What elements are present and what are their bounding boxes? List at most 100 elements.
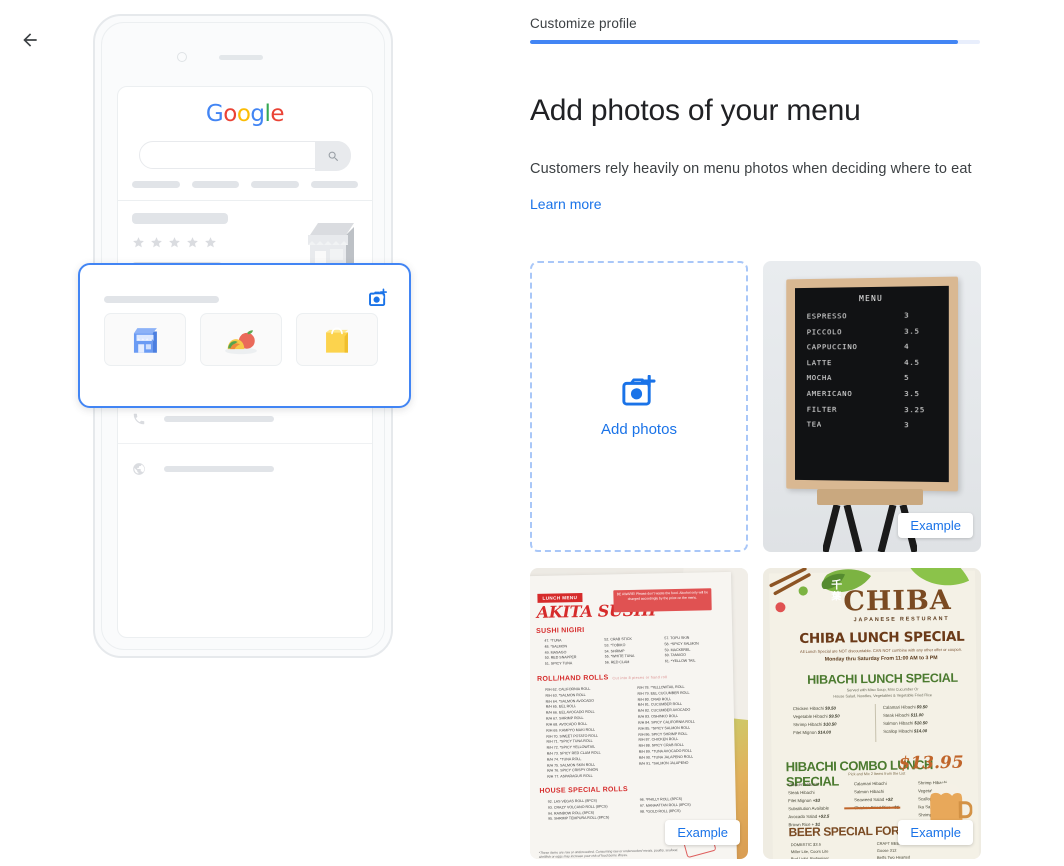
search-icon xyxy=(315,141,351,171)
chiba-menu-paper: 千 葉 CHIBA JAPANESE RESTURANT CHIBA LUNCH… xyxy=(769,571,979,859)
chiba-hibachi-col-2: Calamari Hibachi $9.50 Steak Hibachi $11.… xyxy=(883,703,961,736)
shopping-bag-icon xyxy=(321,324,353,356)
chalkboard-item-name: PICCOLO xyxy=(807,327,842,336)
add-a-photo-icon xyxy=(620,375,658,409)
sushi-nigiri-col-3: 57. TOFU SKIN 58. *SPICY SALMON 59. MACK… xyxy=(664,635,725,665)
sushi-footer-disclaimer: *These items are raw or undercooked. Con… xyxy=(539,848,689,859)
chalkboard-item-name: TEA xyxy=(807,420,822,429)
chalkboard-item-name: AMERICANO xyxy=(807,389,853,398)
sushi-section-rolls: ROLL/HAND ROLLS Cut into 8 pieces or hand… xyxy=(537,673,667,683)
chalkboard-surface: MENU ESPRESSO 3 PICCOLO 3.5 CAPPUCCINO 4 LATTE… xyxy=(795,286,949,482)
page-subtext: Customers rely heavily on menu photos wh… xyxy=(530,161,972,177)
preview-illustration-pane: Google xyxy=(0,0,520,866)
chalkboard-item-row: TEA 3 xyxy=(807,420,939,430)
chalkboard-item-name: MOCHA xyxy=(807,373,832,382)
add-photos-dropzone[interactable]: Add photos xyxy=(530,261,748,552)
sushi-section-nigiri: SUSHI NIGIRI xyxy=(536,627,584,635)
easel-shelf xyxy=(817,489,923,505)
sushi-section-house: HOUSE SPECIAL ROLLS xyxy=(539,786,628,795)
wizard-content-pane: Customize profile Add photos of your men… xyxy=(520,0,1064,866)
chalkboard-item-list: ESPRESSO 3 PICCOLO 3.5 CAPPUCCINO 4 LATTE 4.5 MO… xyxy=(807,310,939,429)
chalkboard-item-price: 3 xyxy=(904,420,938,429)
preview-search-input xyxy=(139,141,351,169)
photo-upload-callout xyxy=(78,263,411,408)
chalkboard-item-price: 3.5 xyxy=(904,326,938,335)
shopping-bag-chip[interactable] xyxy=(296,313,378,366)
chiba-hours: Monday thru Saturday From 11:00 AM to 3 … xyxy=(786,655,976,664)
google-logo: Google xyxy=(118,101,372,127)
customize-profile-page: Google Customize profile Add photos of y… xyxy=(0,0,1064,866)
preview-row-website xyxy=(118,443,372,493)
example-badge[interactable]: Example xyxy=(898,820,973,845)
storefront-photo-chip[interactable] xyxy=(104,313,186,366)
chiba-hibachi-col-1: Chicken Hibachi $9.50 Vegetable Hibachi $… xyxy=(793,704,867,737)
sushi-nigiri-col-1: 47. *TUNA 48. *SALMON 49. MASAGO 50. RED… xyxy=(544,638,603,668)
phone-speaker-slit xyxy=(219,55,263,60)
svg-text:葉: 葉 xyxy=(830,589,842,602)
page-title: Add photos of your menu xyxy=(530,94,861,128)
sushi-section-rolls-label: ROLL/HAND ROLLS xyxy=(537,674,609,682)
chiba-discount-note: All Lunch Special are NOT discountable. … xyxy=(786,647,976,655)
sushi-section-rolls-note: Cut into 8 pieces or hand roll xyxy=(612,675,667,680)
example-photo-coffee-menu[interactable]: MENU ESPRESSO 3 PICCOLO 3.5 CAPPUCCINO 4 LATTE… xyxy=(763,261,981,552)
chalkboard-item-price: 3.25 xyxy=(904,405,938,414)
callout-title-skeleton xyxy=(104,296,219,303)
sushi-rolls-col-1: R/H 62. CALIFORNIA ROLL R/H 63. *SALMON … xyxy=(545,686,635,781)
chalkboard-item-price: 4.5 xyxy=(904,358,938,367)
menu-line: Filet Mignon $14.00 xyxy=(793,728,867,737)
svg-text:千: 千 xyxy=(831,577,842,591)
phone-icon xyxy=(132,412,154,426)
chalkboard-item-row: AMERICANO 3.5 xyxy=(807,389,939,398)
callout-chip-row xyxy=(80,313,409,366)
preview-chip-skeletons xyxy=(118,169,372,198)
example-badge[interactable]: Example xyxy=(665,820,740,845)
chiba-brand-title: CHIBA xyxy=(843,585,952,618)
chalkboard-item-name: CAPPUCCINO xyxy=(807,342,858,351)
phone-camera-dot xyxy=(177,52,187,62)
chalkboard-title: MENU xyxy=(795,293,949,304)
chalkboard-item-price: 5 xyxy=(904,373,938,382)
wizard-progress-fill xyxy=(530,40,958,44)
menu-line: Scallop Hibachi $14.00 xyxy=(883,727,961,736)
chiba-heading-lunch-special: CHIBA LUNCH SPECIAL xyxy=(792,629,972,648)
add-photos-label: Add photos xyxy=(601,421,677,438)
chalkboard-item-price: 3.5 xyxy=(904,389,938,398)
chalkboard-item-price: 3 xyxy=(904,310,938,319)
chalkboard-item-row: MOCHA 5 xyxy=(807,373,939,382)
chiba-heading-hibachi: HIBACHI LUNCH SPECIAL xyxy=(790,671,974,688)
sushi-house-col-1: 92. LAS VEGAS ROLL (8PCS) 93. CRAZY VOLC… xyxy=(548,798,638,823)
add-a-photo-icon[interactable] xyxy=(367,288,389,313)
chalkboard-item-name: LATTE xyxy=(807,358,832,367)
chalkboard-item-row: LATTE 4.5 xyxy=(807,358,939,367)
menu-line: Bud Light, Budweiser xyxy=(791,854,867,859)
chalkboard-item-row: ESPRESSO 3 xyxy=(807,310,939,320)
chalkboard-item-row: FILTER 3.25 xyxy=(807,404,939,414)
sushi-rolls-col-2: R/H 78. *YELLOWTAIL ROLL R/H 79. EEL CUC… xyxy=(637,684,729,767)
callout-header xyxy=(80,265,409,313)
learn-more-link[interactable]: Learn more xyxy=(530,196,602,212)
chiba-column-rule xyxy=(875,704,877,742)
chiba-beer-col-1: DOMESTIC $3.5 Miller Lite, Coors Lite Bud … xyxy=(791,840,867,859)
chalkboard-item-price: 4 xyxy=(904,342,938,351)
example-badge[interactable]: Example xyxy=(898,513,973,538)
sushi-house-col-2: 96. *PHILLY ROLL (8PCS) 97. MANHATTAN RO… xyxy=(640,796,730,815)
wizard-progress-bar xyxy=(530,40,980,44)
sushi-nigiri-col-2: 52. CRAB STICK 53. *TOBIKO 54. SHRIMP 55… xyxy=(604,636,663,666)
example-photo-sushi-menu[interactable]: LUNCH MENU AKITA SUSHI BE AWARE! Please … xyxy=(530,568,748,859)
sushi-menu-paper: LUNCH MENU AKITA SUSHI BE AWARE! Please … xyxy=(530,572,737,859)
sushi-warning-box: BE AWARE! Please don't waste the food. A… xyxy=(613,588,711,612)
chiba-served-with: Served with Miso Soup, Mini Cucumber Or … xyxy=(795,687,971,701)
food-photo-chip[interactable] xyxy=(200,313,282,366)
globe-icon xyxy=(132,462,154,476)
chalkboard-item-name: FILTER xyxy=(807,404,837,413)
food-chip-icon xyxy=(221,324,261,356)
chalkboard-item-name: ESPRESSO xyxy=(807,311,848,320)
example-photo-chiba-menu[interactable]: 千 葉 CHIBA JAPANESE RESTURANT CHIBA LUNCH… xyxy=(763,568,981,859)
storefront-chip-icon xyxy=(128,323,162,357)
chalkboard-frame: MENU ESPRESSO 3 PICCOLO 3.5 CAPPUCCINO 4 LATTE… xyxy=(786,277,958,492)
photo-tile-grid: Add photos MENU ESPRESSO 3 PICCOLO 3.5 CAPPU… xyxy=(530,261,992,859)
chiba-combo-col-1: Chicken Hibachi Steak Hibachi Filet Mignon… xyxy=(788,780,851,828)
wizard-step-label: Customize profile xyxy=(530,16,637,31)
chalkboard-item-row: CAPPUCCINO 4 xyxy=(807,342,939,352)
menu-line: Bell's Two Hearted xyxy=(877,853,947,859)
